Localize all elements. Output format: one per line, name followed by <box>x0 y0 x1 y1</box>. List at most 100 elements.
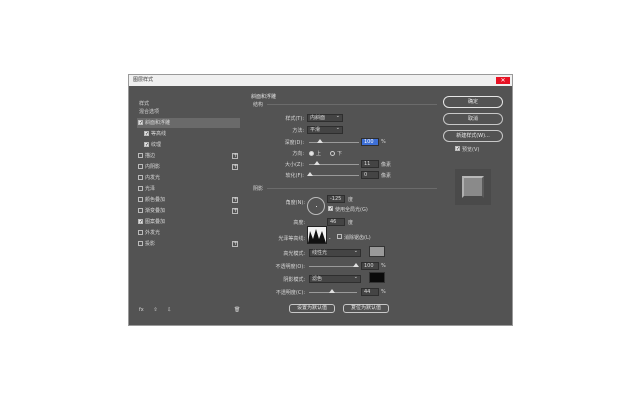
add-effect-icon[interactable]: + <box>232 241 238 247</box>
style-checkbox[interactable]: ✓ <box>138 219 143 225</box>
style-list-item[interactable]: 混合选项 <box>137 107 240 117</box>
shadow-opacity-thumb[interactable] <box>329 289 335 293</box>
shading-label: 阴影 <box>253 186 264 192</box>
contour-curve-icon <box>308 229 326 243</box>
add-effect-icon[interactable]: + <box>232 153 238 159</box>
style-item-label: 图案叠加 <box>145 219 166 225</box>
style-checkbox[interactable]: ✓ <box>144 142 149 148</box>
style-checkbox[interactable] <box>138 230 143 235</box>
style-label: 样式(T): <box>285 116 304 122</box>
style-item-label: 渐变叠加 <box>145 208 166 214</box>
soften-label: 软化(F): <box>285 173 304 179</box>
soften-field[interactable]: 0 <box>361 171 379 179</box>
global-light-label: 使用全局光(G) <box>335 207 368 213</box>
direction-up-radio[interactable] <box>309 151 314 156</box>
add-effect-icon[interactable]: + <box>232 197 238 203</box>
style-item-label: 内发光 <box>145 175 161 181</box>
highlight-mode-select[interactable]: 线性光 <box>309 248 361 257</box>
preview-checkbox[interactable]: ✓ <box>455 146 460 152</box>
ok-button[interactable]: 确定 <box>443 96 503 108</box>
shadow-opacity-field[interactable]: 44 <box>361 288 379 296</box>
preview-label: 预览(V) <box>462 147 480 153</box>
depth-field[interactable]: 100 <box>361 138 379 146</box>
size-field[interactable]: 11 <box>361 160 379 168</box>
depth-slider-thumb[interactable] <box>317 139 323 143</box>
highlight-opacity-field[interactable]: 100 <box>361 262 379 270</box>
soften-slider[interactable] <box>309 175 359 176</box>
highlight-opacity-label: 不透明度(O): <box>275 264 305 270</box>
angle-dial[interactable] <box>307 197 325 215</box>
style-item-label: 斜面和浮雕 <box>145 120 171 126</box>
size-slider-thumb[interactable] <box>314 161 320 165</box>
section-title: 斜面和浮雕 <box>251 94 277 100</box>
highlight-opacity-slider[interactable] <box>309 266 357 267</box>
style-checkbox[interactable] <box>138 186 143 191</box>
style-list-item[interactable]: ✓ 图案叠加 <box>137 217 240 227</box>
style-list-item[interactable]: 颜色叠加 + <box>137 195 240 205</box>
size-label: 大小(Z): <box>284 162 304 168</box>
style-list-item[interactable]: 内发光 <box>137 173 240 183</box>
depth-unit: % <box>381 139 386 145</box>
style-list-item[interactable]: ✓ 斜面和浮雕 <box>137 118 240 128</box>
altitude-field[interactable]: 46 <box>327 218 345 226</box>
style-list-item[interactable]: 渐变叠加 + <box>137 206 240 216</box>
move-up-icon[interactable]: ⇧ <box>153 307 157 313</box>
style-checkbox[interactable]: ✓ <box>144 131 149 137</box>
style-select[interactable]: 内斜面 <box>307 113 343 122</box>
style-checkbox[interactable] <box>138 241 143 246</box>
style-item-label: 投影 <box>145 241 156 247</box>
move-down-icon[interactable]: ⇩ <box>167 307 171 313</box>
depth-label: 深度(D): <box>284 140 304 146</box>
style-list-item[interactable]: 投影 + <box>137 239 240 249</box>
shadow-color-swatch[interactable] <box>369 272 385 283</box>
style-list-item[interactable]: 内阴影 + <box>137 162 240 172</box>
shadow-mode-select[interactable]: 滤色 <box>309 274 361 283</box>
gloss-contour-picker[interactable] <box>307 226 327 244</box>
angle-unit: 度 <box>348 197 354 203</box>
fx-icon[interactable]: fx <box>139 307 144 313</box>
soften-slider-thumb[interactable] <box>307 172 313 176</box>
direction-label: 方向: <box>292 151 304 157</box>
global-light-checkbox[interactable]: ✓ <box>328 206 333 212</box>
method-select[interactable]: 平滑 <box>307 125 343 134</box>
direction-up-label: 上 <box>316 151 322 157</box>
style-checkbox[interactable]: ✓ <box>138 120 143 126</box>
style-list-item[interactable]: ✓ 等高线 <box>137 129 240 139</box>
gloss-contour-label: 光泽等高线: <box>278 236 305 242</box>
style-checkbox[interactable] <box>138 208 143 213</box>
style-checkbox[interactable] <box>138 153 143 158</box>
highlight-color-swatch[interactable] <box>369 246 385 257</box>
style-checkbox[interactable] <box>138 197 143 202</box>
close-button[interactable]: ✕ <box>496 77 510 84</box>
trash-icon[interactable]: 🗑 <box>234 307 240 313</box>
method-label: 方法: <box>292 128 304 134</box>
styles-list: 混合选项 ✓ 斜面和浮雕 ✓ 等高线 ✓ 纹理 描边 + 内阴影 + 内发光 光泽 颜色叠加 + 渐变叠加 + ✓… <box>137 107 240 315</box>
shadow-opacity-unit: % <box>381 289 386 295</box>
styles-bottom-bar: fx ⇧ ⇩ <box>139 307 179 313</box>
layer-style-dialog: 图层样式 ✕ 样式 混合选项 ✓ 斜面和浮雕 ✓ 等高线 ✓ 纹理 描边 + 内阴影 + 内发光 光泽颜… <box>128 74 513 326</box>
style-item-label: 光泽 <box>145 186 156 192</box>
style-item-label: 描边 <box>145 153 156 159</box>
altitude-label: 高度: <box>293 220 305 226</box>
style-list-item[interactable]: 外发光 <box>137 228 240 238</box>
angle-field[interactable]: -125 <box>327 195 345 203</box>
cancel-button[interactable]: 取消 <box>443 113 503 125</box>
structure-label: 结构 <box>253 102 264 108</box>
set-default-button[interactable]: 设置为默认值 <box>289 304 335 313</box>
antialias-checkbox[interactable] <box>337 234 342 239</box>
style-list-item[interactable]: 描边 + <box>137 151 240 161</box>
style-item-label: 等高线 <box>151 131 167 137</box>
direction-down-radio[interactable] <box>330 151 335 156</box>
style-list-item[interactable]: 光泽 <box>137 184 240 194</box>
highlight-opacity-thumb[interactable] <box>353 263 359 267</box>
shadow-opacity-label: 不透明度(C): <box>275 290 305 296</box>
style-item-label: 颜色叠加 <box>145 197 166 203</box>
style-list-item[interactable]: ✓ 纹理 <box>137 140 240 150</box>
add-effect-icon[interactable]: + <box>232 208 238 214</box>
style-checkbox[interactable] <box>138 164 143 169</box>
new-style-button[interactable]: 新建样式(W)... <box>443 130 503 142</box>
reset-default-button[interactable]: 复位为默认值 <box>343 304 389 313</box>
style-checkbox[interactable] <box>138 175 143 180</box>
add-effect-icon[interactable]: + <box>232 164 238 170</box>
chevron-down-icon[interactable]: ⌄ <box>328 235 331 240</box>
